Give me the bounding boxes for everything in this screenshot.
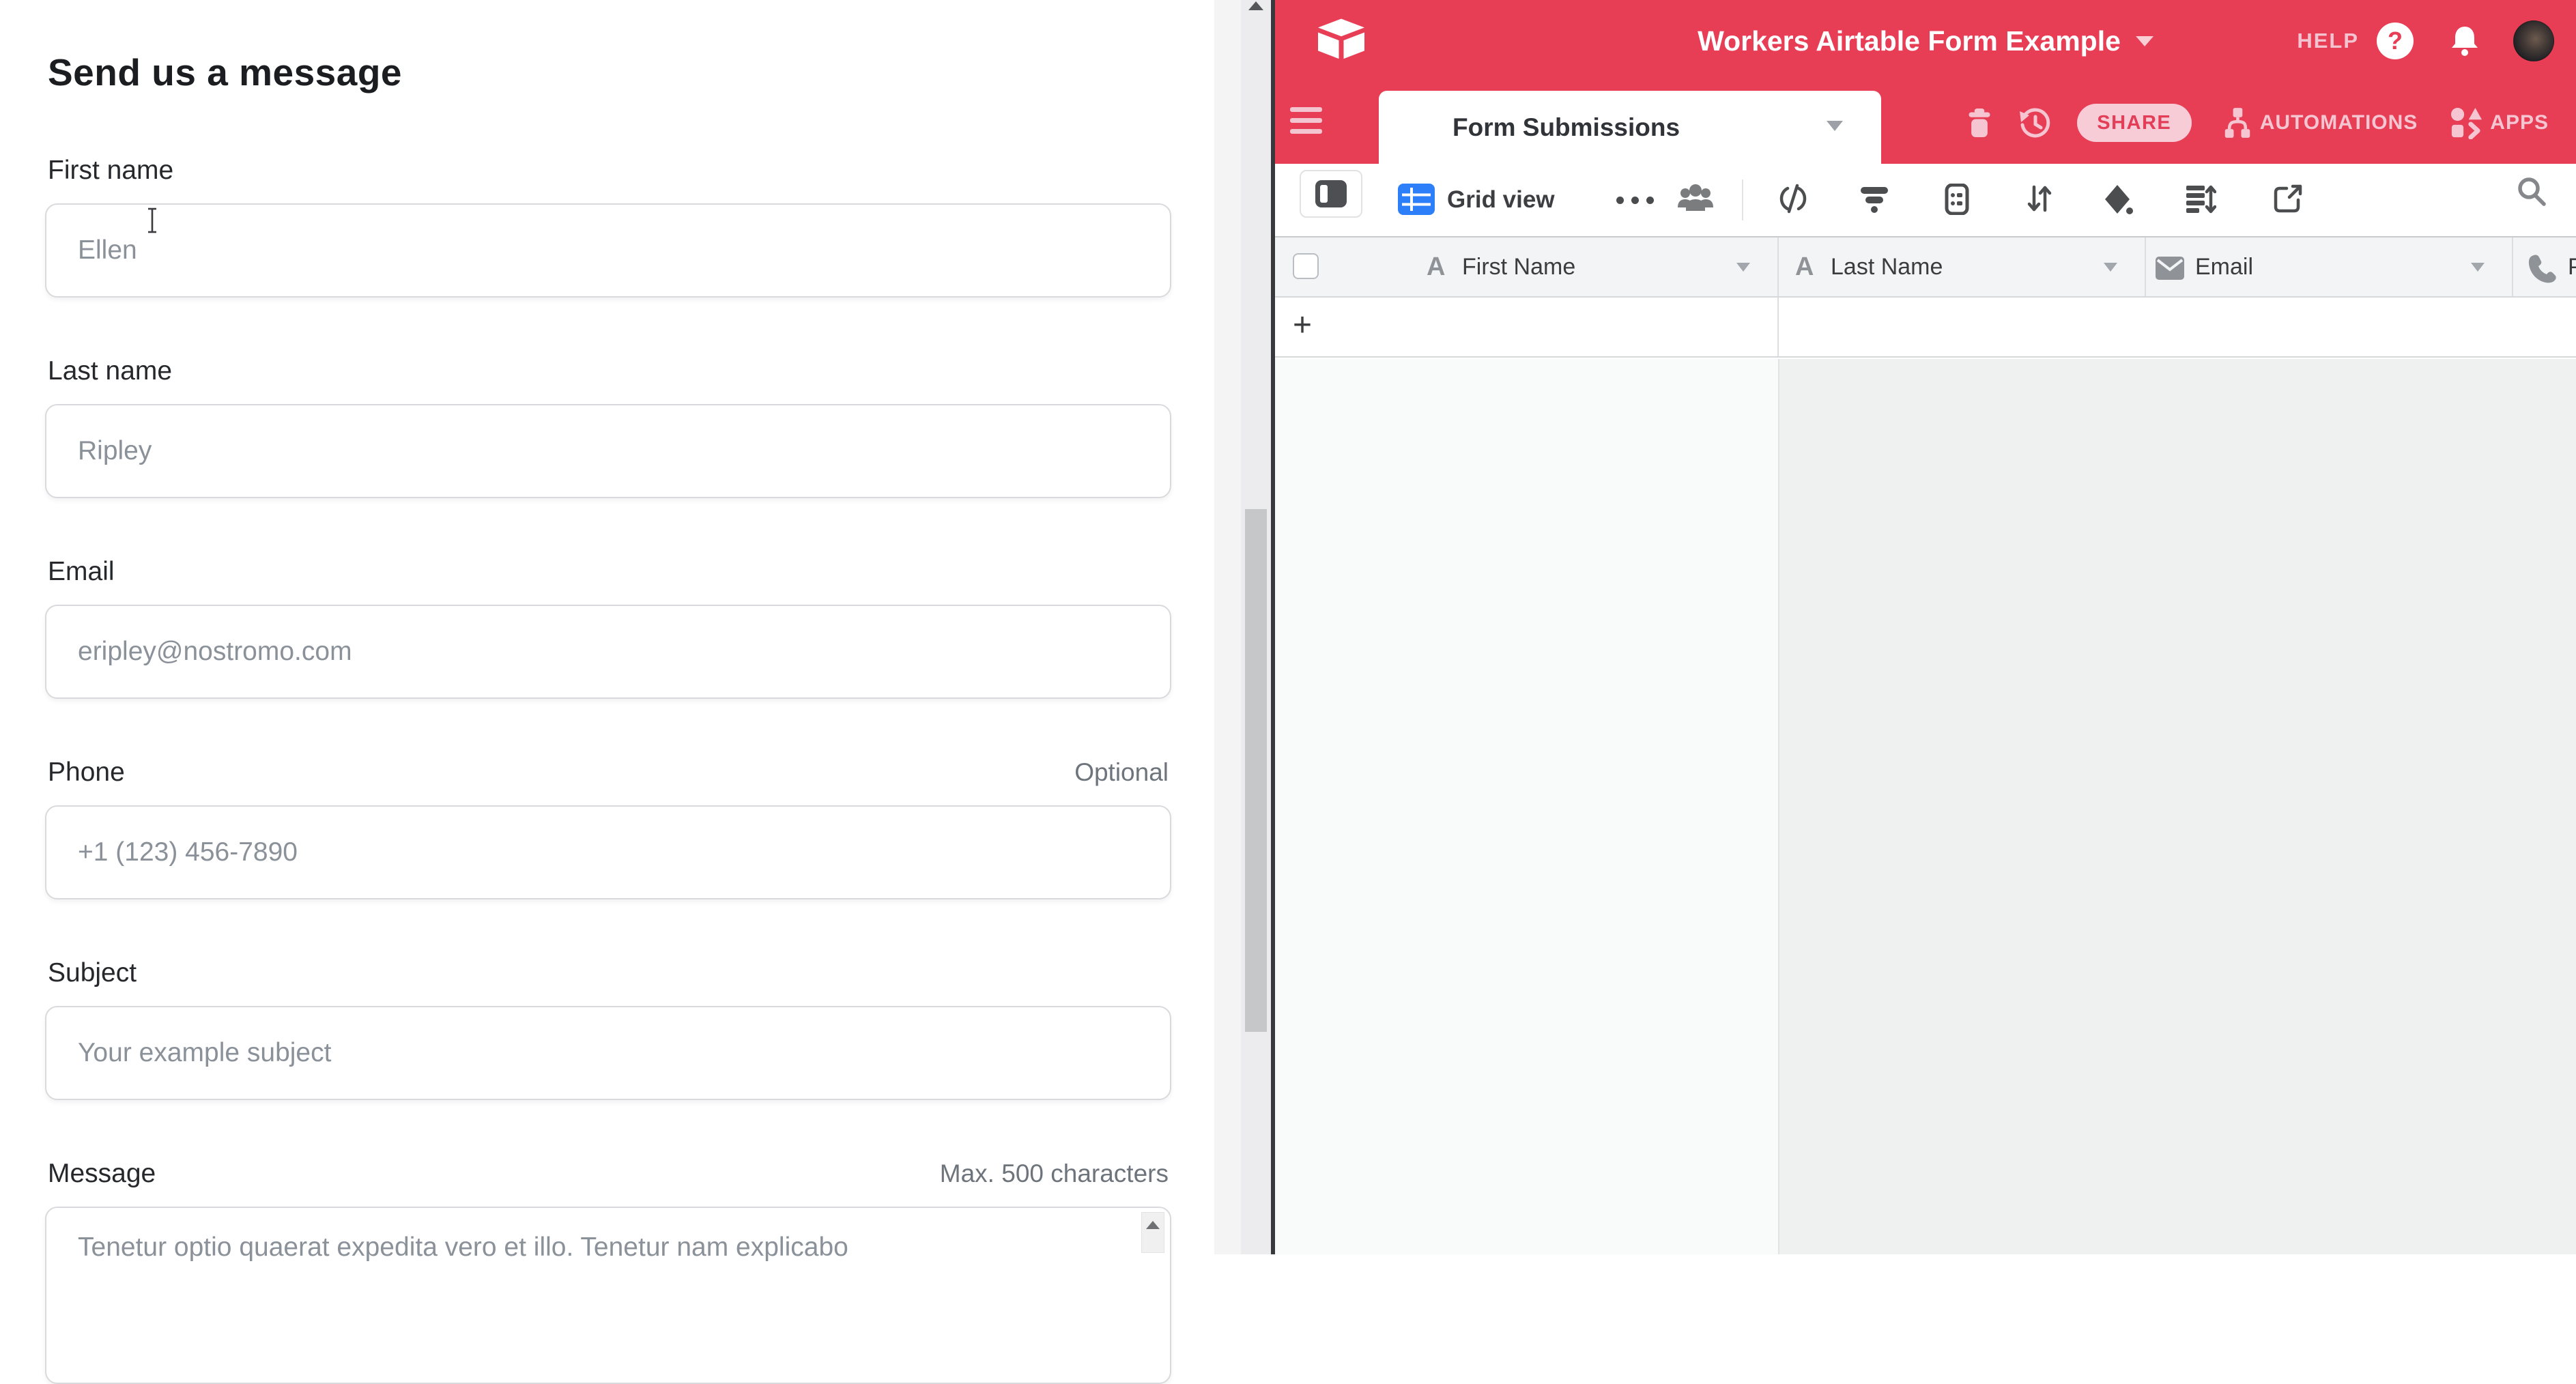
grid-body [1275,359,2576,1254]
group-icon[interactable] [1942,184,1972,215]
select-all-checkbox[interactable] [1293,253,1319,279]
subject-label: Subject [48,958,137,988]
column-divider[interactable] [2145,237,2146,296]
history-icon[interactable] [2018,107,2051,139]
view-sidebar-toggle-button[interactable] [1300,170,1362,218]
color-icon[interactable] [2102,184,2134,215]
subject-input[interactable] [45,1006,1171,1100]
frozen-column-divider [1777,298,1779,356]
chevron-down-icon[interactable] [2471,263,2485,272]
field-email: Email [45,557,1171,699]
share-button[interactable]: SHARE [2077,104,2192,142]
share-view-icon[interactable] [2273,184,2303,214]
chevron-down-icon[interactable] [1736,263,1750,272]
last-name-input[interactable] [45,404,1171,498]
email-input[interactable] [45,605,1171,699]
row-height-icon[interactable] [2185,184,2216,215]
table-tab-label: Form Submissions [1379,113,1680,142]
page-gutter [1214,0,1241,1254]
view-options-icon[interactable] [1616,164,1654,236]
airtable-pane: Workers Airtable Form Example HELP ? For… [1275,0,2576,1254]
phone-input[interactable] [45,805,1171,899]
email-label: Email [48,557,115,587]
column-header-phone[interactable]: Phone [2568,237,2576,296]
help-question-icon[interactable]: ? [2377,23,2414,59]
first-name-label: First name [48,156,173,186]
email-field-icon [2156,257,2184,280]
column-header-email[interactable]: Email [2195,237,2253,296]
search-icon[interactable] [2515,175,2548,207]
sort-icon[interactable] [2024,184,2055,214]
message-textarea[interactable] [45,1207,1171,1384]
text-field-icon: A [1427,237,1445,296]
tab-form-submissions[interactable]: Form Submissions [1379,91,1881,164]
field-phone: Phone Optional [45,758,1171,899]
column-header-first-name[interactable]: First Name [1462,237,1575,296]
grid-body-frozen-area [1275,359,1779,1254]
scroll-up-icon[interactable] [1248,1,1263,10]
add-record-row[interactable]: + [1275,298,2576,358]
contact-form-pane: Send us a message First name Last name E… [0,0,1271,1254]
message-label: Message [48,1159,156,1189]
grid-view-icon[interactable] [1398,184,1435,215]
user-avatar[interactable] [2513,20,2554,61]
field-message: Message Max. 500 characters [45,1159,1171,1384]
phone-field-icon [2527,254,2557,284]
phone-optional-note: Optional [1074,758,1169,787]
table-tabs-bar: Form Submissions SHARE [1275,82,2576,164]
notifications-bell-icon[interactable] [2449,25,2480,57]
message-max-note: Max. 500 characters [940,1159,1169,1188]
tables-menu-icon[interactable] [1290,107,1322,140]
view-name-label[interactable]: Grid view [1447,164,1555,236]
column-divider[interactable] [1777,237,1779,296]
phone-label: Phone [48,758,125,788]
airtable-logo-icon[interactable] [1315,16,1368,66]
column-divider[interactable] [2512,237,2513,296]
toolbar-divider [1742,179,1743,220]
chevron-down-icon[interactable] [1827,121,1843,131]
hide-fields-icon[interactable] [1777,184,1809,214]
add-record-plus-icon[interactable]: + [1293,298,1312,354]
trash-icon[interactable] [1965,107,1994,139]
first-name-input[interactable] [45,203,1171,298]
column-header-last-name[interactable]: Last Name [1831,237,1943,296]
text-cursor-icon [146,207,158,237]
form-heading: Send us a message [48,51,402,94]
chevron-down-icon [2136,36,2153,46]
field-last-name: Last name [45,356,1171,498]
apps-icon [2450,106,2482,139]
last-name-label: Last name [48,356,172,386]
chevron-down-icon[interactable] [2104,263,2117,272]
help-button[interactable]: HELP [2297,29,2359,53]
scrollbar-thumb[interactable] [1245,509,1267,1032]
page-scrollbar[interactable] [1241,0,1271,1254]
automations-button[interactable]: AUTOMATIONS [2223,106,2418,139]
field-subject: Subject [45,958,1171,1100]
field-first-name: First name [45,156,1171,298]
base-title: Workers Airtable Form Example [1698,25,2121,57]
sidebar-panel-icon [1315,179,1347,208]
app-header: Workers Airtable Form Example HELP ? [1275,0,2576,82]
base-title-menu[interactable]: Workers Airtable Form Example [1698,0,2153,82]
collaborators-icon[interactable] [1676,182,1715,216]
automations-icon [2223,106,2252,139]
text-field-icon: A [1795,237,1814,296]
apps-button[interactable]: APPS [2450,106,2549,139]
filter-icon[interactable] [1859,184,1889,214]
grid-header-row: A First Name A Last Name Email Phone [1275,236,2576,298]
grid-body-scroll-area [1779,359,2576,1254]
view-toolbar: Grid view [1275,164,2576,236]
